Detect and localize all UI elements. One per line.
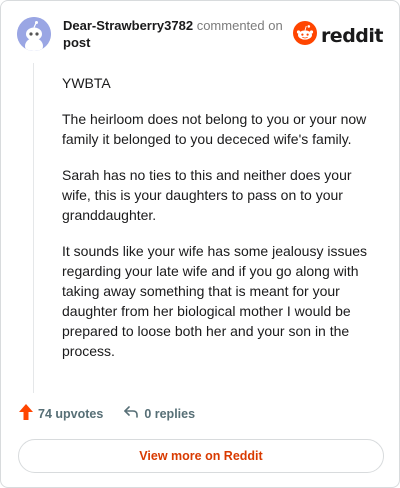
reply-arrow-icon <box>123 405 144 422</box>
snoo-avatar-icon[interactable] <box>17 17 51 51</box>
comment-paragraph: Sarah has no ties to this and neither do… <box>62 167 352 223</box>
post-link[interactable]: post <box>63 35 90 50</box>
upvote-count: 74 upvotes <box>38 406 104 421</box>
author-name[interactable]: Dear-Strawberry3782 <box>63 18 193 33</box>
comment-paragraph: The heirloom does not belong to you or y… <box>62 111 367 147</box>
comment-paragraph: YWBTA <box>62 75 111 91</box>
upvote-arrow-icon <box>19 404 38 423</box>
reddit-wordmark: reddit <box>320 24 384 47</box>
comment-card: Dear-Strawberry3782 commented on post re… <box>0 0 400 488</box>
author-line: Dear-Strawberry3782 commented on <box>63 17 283 34</box>
reply-button[interactable]: 0 replies <box>123 405 195 422</box>
reddit-brand[interactable]: reddit <box>292 21 384 50</box>
comment-body: YWBTA The heirloom does not belong to yo… <box>62 73 372 377</box>
upvote-button[interactable]: 74 upvotes <box>19 404 103 423</box>
reddit-logo-icon <box>292 21 317 50</box>
comment-actions: 74 upvotes 0 replies <box>19 404 195 423</box>
comment-header: Dear-Strawberry3782 commented on post re… <box>17 15 385 55</box>
thread-line <box>33 63 34 393</box>
comment-paragraph: It sounds like your wife has some jealou… <box>62 243 368 359</box>
view-more-button[interactable]: View more on Reddit <box>18 439 384 473</box>
reply-count: 0 replies <box>144 406 196 421</box>
commented-on-text: commented on <box>196 18 283 33</box>
